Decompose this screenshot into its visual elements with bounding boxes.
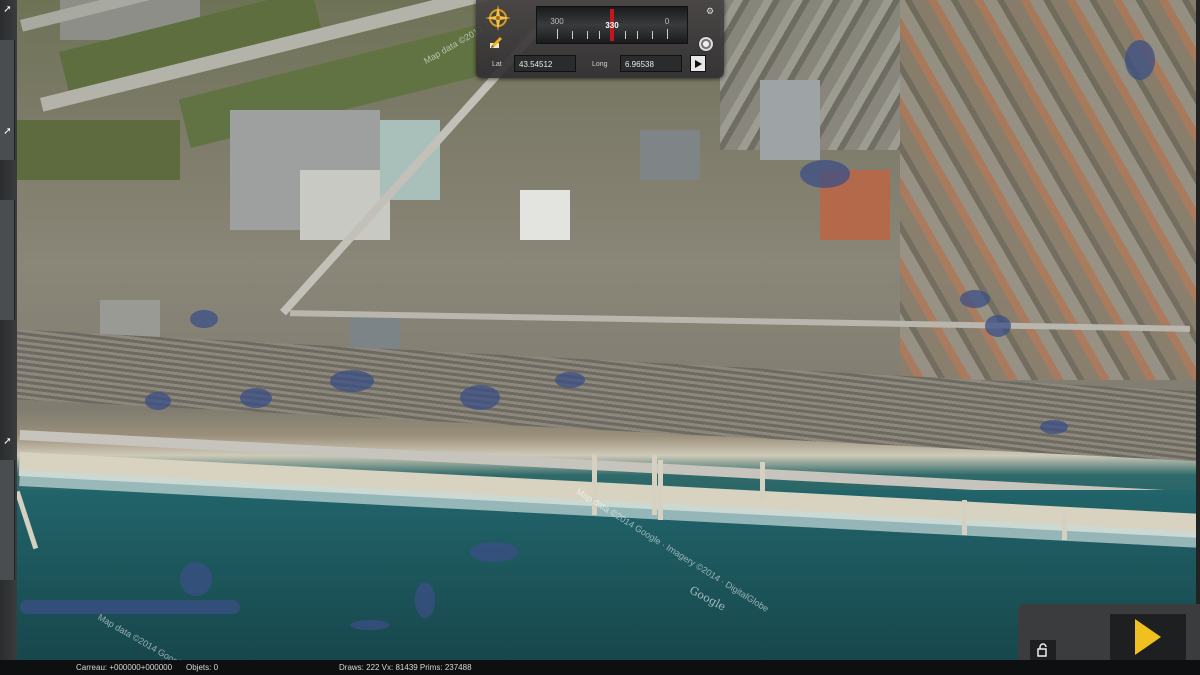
play-icon — [1135, 619, 1161, 655]
water-overlay — [145, 392, 171, 410]
water-overlay — [350, 620, 390, 630]
water-overlay — [985, 315, 1011, 337]
water-overlay — [1040, 420, 1068, 434]
heading-tick — [637, 31, 638, 39]
object-count: Objets: 0 — [186, 663, 219, 672]
water-overlay — [180, 562, 212, 596]
industrial-building — [760, 80, 820, 160]
heading-tick-label: 300 — [550, 17, 564, 26]
longitude-field[interactable]: 6.96538 — [620, 55, 682, 72]
heading-tick — [599, 31, 600, 39]
heading-tick — [557, 29, 558, 39]
pencil-icon[interactable] — [488, 34, 504, 50]
center-target-icon[interactable] — [698, 36, 714, 52]
status-bar: Carreau: +000000+000000 Objets: 0 Draws:… — [0, 660, 1200, 675]
water-overlay — [330, 370, 374, 392]
right-edge-scrollbar[interactable] — [1196, 0, 1200, 660]
heading-tick-label: 0 — [664, 17, 670, 26]
play-button[interactable] — [1110, 614, 1186, 660]
tile-coordinates: Carreau: +000000+000000 — [76, 663, 173, 672]
water-overlay — [20, 600, 240, 614]
play-arrow-icon — [695, 59, 702, 68]
longitude-label: Long — [592, 61, 608, 68]
water-overlay — [470, 542, 518, 562]
water-overlay — [800, 160, 850, 188]
side-panel-tab[interactable] — [0, 200, 15, 320]
heading-value: 330 — [605, 21, 619, 30]
industrial-building — [520, 190, 570, 240]
heading-tick — [652, 31, 653, 39]
heading-tick — [667, 29, 668, 39]
latitude-label: Lat — [492, 61, 502, 68]
jetty — [658, 460, 663, 520]
resize-handle-icon[interactable]: ➚ — [2, 436, 13, 447]
gear-icon[interactable]: ⚙ — [706, 6, 716, 16]
water-overlay — [555, 372, 585, 388]
water-overlay — [460, 385, 500, 410]
side-panel-tab[interactable] — [0, 40, 15, 160]
water-overlay — [960, 290, 990, 308]
jetty — [652, 455, 657, 515]
water-overlay — [190, 310, 218, 328]
render-stats: Draws: 222 Vx: 81439 Prims: 237488 — [339, 663, 472, 672]
heading-tick — [587, 31, 588, 39]
water-overlay — [415, 582, 435, 618]
heading-tick — [625, 31, 626, 39]
heading-indicator[interactable]: 300 0 330 — [536, 6, 688, 44]
satellite-map-view[interactable]: Map data ©2014 Map data ©2014 Google · I… — [0, 0, 1200, 660]
latitude-field[interactable]: 43.54512 — [514, 55, 576, 72]
jetty — [962, 500, 967, 535]
playback-panel — [1018, 604, 1200, 660]
unlock-icon — [1037, 643, 1047, 657]
resize-handle-icon[interactable]: ➚ — [2, 126, 13, 137]
unlock-button[interactable] — [1030, 640, 1056, 660]
go-to-coordinates-button[interactable] — [690, 55, 706, 72]
airfield-grass — [0, 120, 180, 180]
water-overlay — [240, 388, 272, 408]
left-side-strip: ➚ ➚ ➚ — [0, 0, 17, 660]
water-overlay — [1125, 40, 1155, 80]
compass-rose-icon[interactable] — [484, 4, 512, 32]
industrial-building — [640, 130, 700, 180]
heading-tick — [572, 31, 573, 39]
side-panel-tab[interactable] — [0, 460, 15, 580]
jetty — [760, 462, 765, 502]
jetty — [1062, 510, 1067, 540]
resize-handle-icon[interactable]: ➚ — [2, 4, 13, 15]
navigation-panel: 300 0 330 ⚙ Lat 43.54512 Long 6.96538 — [476, 0, 724, 78]
